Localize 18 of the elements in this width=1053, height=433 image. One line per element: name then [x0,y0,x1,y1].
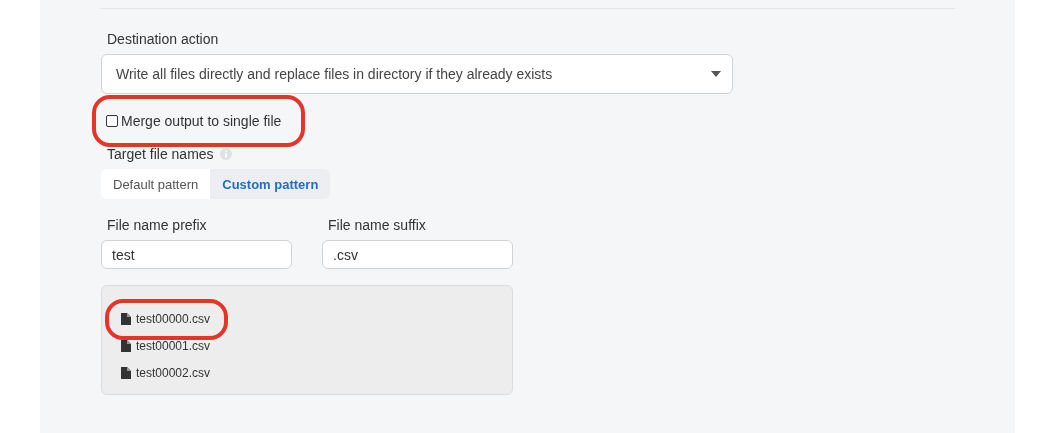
file-icon [121,366,131,379]
checkbox-label: Merge output to single file [121,113,282,129]
field-label: Target file names [107,146,214,162]
caret-icon [711,71,721,77]
file-name: test00000.csv [136,311,211,326]
pattern-tab[interactable]: Custom pattern [210,169,331,199]
checkbox[interactable] [106,115,118,127]
text-field[interactable]: .csv [322,240,513,269]
field-label: File name suffix [327,217,427,233]
text-field[interactable]: test [101,240,292,269]
file-icon [121,339,131,352]
field-label: Destination action [106,31,220,47]
file-icon [121,312,131,325]
file-name: test00002.csv [136,365,211,380]
destination-select[interactable]: Write all files directly and replace files in directory if they already exists [101,54,733,94]
file-name: test00001.csv [136,338,211,353]
field-label: File name prefix [106,217,208,233]
pattern-tab[interactable]: Default pattern [101,169,211,199]
